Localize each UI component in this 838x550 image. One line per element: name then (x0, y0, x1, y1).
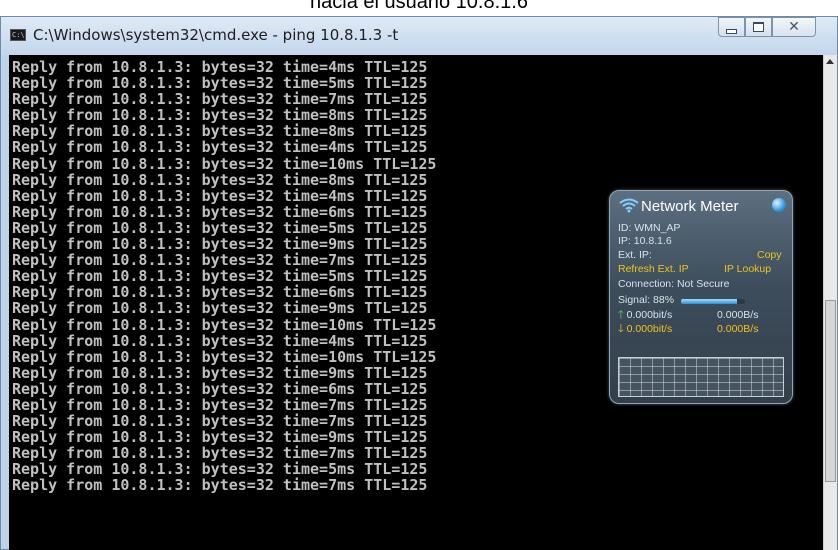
console-line: Reply from 10.8.1.3: bytes=32 time=7ms T… (12, 476, 428, 495)
console-line: Reply from 10.8.1.3: bytes=32 time=7ms T… (12, 90, 428, 109)
console-line: Reply from 10.8.1.3: bytes=32 time=8ms T… (12, 170, 428, 189)
console-line: Reply from 10.8.1.3: bytes=32 time=10ms … (12, 347, 437, 366)
copy-link[interactable]: Copy (757, 249, 782, 261)
console-line: Reply from 10.8.1.3: bytes=32 time=9ms T… (12, 299, 428, 318)
signal-strength-fill (681, 299, 738, 304)
scroll-thumb[interactable] (825, 300, 836, 482)
minimize-button[interactable] (718, 17, 745, 37)
console-lines: Reply from 10.8.1.3: bytes=32 time=4ms T… (12, 59, 436, 494)
console-line: Reply from 10.8.1.3: bytes=32 time=8ms T… (12, 106, 428, 125)
signal-label: Signal: 88% (618, 294, 675, 306)
console-line: Reply from 10.8.1.3: bytes=32 time=9ms T… (12, 428, 428, 447)
traffic-graph (618, 357, 784, 397)
console-line: Reply from 10.8.1.3: bytes=32 time=4ms T… (12, 331, 428, 350)
window-title: C:\Windows\system32\cmd.exe - ping 10.8.… (33, 26, 399, 44)
gadget-header: Network Meter (610, 191, 792, 219)
console-line: Reply from 10.8.1.3: bytes=32 time=10ms … (12, 154, 437, 173)
maximize-icon (753, 22, 764, 32)
ip-label: IP: 10.8.1.6 (618, 235, 672, 247)
console-line: Reply from 10.8.1.3: bytes=32 time=5ms T… (12, 460, 428, 479)
globe-icon[interactable] (772, 198, 786, 212)
gadget-title: Network Meter (641, 198, 739, 215)
ip-lookup-link[interactable]: IP Lookup (724, 263, 771, 275)
console-line: Reply from 10.8.1.3: bytes=32 time=7ms T… (12, 444, 428, 463)
console-line: Reply from 10.8.1.3: bytes=32 time=7ms T… (12, 395, 428, 414)
console-line: Reply from 10.8.1.3: bytes=32 time=6ms T… (12, 379, 428, 398)
console-line: Reply from 10.8.1.3: bytes=32 time=5ms T… (12, 267, 428, 286)
close-button[interactable]: ✕ (772, 17, 816, 37)
console-line: Reply from 10.8.1.3: bytes=32 time=7ms T… (12, 251, 428, 270)
download-row: 🡓 0.000bit/s (618, 323, 672, 335)
console-line: Reply from 10.8.1.3: bytes=32 time=6ms T… (12, 283, 428, 302)
console-line: Reply from 10.8.1.3: bytes=32 time=4ms T… (12, 138, 428, 157)
download-bytes: 0.000B/s (717, 323, 759, 335)
upload-bytes: 0.000B/s (717, 309, 759, 321)
console-line: Reply from 10.8.1.3: bytes=32 time=9ms T… (12, 235, 428, 254)
ext-ip-label: Ext. IP: (618, 249, 652, 261)
network-meter-gadget[interactable]: Network Meter ID: WMN_AP IP: 10.8.1.6 Ex… (609, 190, 793, 404)
vertical-scrollbar[interactable] (823, 55, 837, 550)
upload-arrow-icon: 🡑 (618, 309, 624, 321)
console-line: Reply from 10.8.1.3: bytes=32 time=6ms T… (12, 202, 428, 221)
minimize-icon (726, 28, 737, 34)
wifi-icon (619, 198, 639, 213)
console-line: Reply from 10.8.1.3: bytes=32 time=8ms T… (12, 122, 428, 141)
console-line: Reply from 10.8.1.3: bytes=32 time=5ms T… (12, 74, 428, 93)
connection-status: Connection: Not Secure (618, 278, 730, 290)
refresh-ext-ip-link[interactable]: Refresh Ext. IP (618, 263, 689, 275)
scroll-up-icon[interactable] (826, 59, 834, 64)
console-line: Reply from 10.8.1.3: bytes=32 time=9ms T… (12, 363, 428, 382)
close-icon: ✕ (788, 19, 800, 35)
download-bits: 0.000bit/s (626, 323, 673, 335)
console-line: Reply from 10.8.1.3: bytes=32 time=4ms T… (12, 58, 428, 76)
download-arrow-icon: 🡓 (618, 323, 624, 335)
console-line: Reply from 10.8.1.3: bytes=32 time=7ms T… (12, 412, 428, 431)
maximize-button[interactable] (745, 17, 772, 37)
console-line: Reply from 10.8.1.3: bytes=32 time=4ms T… (12, 186, 428, 205)
cmd-icon[interactable]: C:\ (10, 29, 26, 41)
id-label: ID: WMN_AP (618, 222, 681, 234)
upload-bits: 0.000bit/s (626, 309, 673, 321)
upload-row: 🡑 0.000bit/s (618, 309, 672, 321)
signal-strength-bar (681, 299, 745, 304)
title-bar[interactable]: C:\ C:\Windows\system32\cmd.exe - ping 1… (1, 17, 837, 55)
caption-text: hacia el usuario 10.8.1.6 (310, 0, 528, 13)
console-line: Reply from 10.8.1.3: bytes=32 time=10ms … (12, 315, 437, 334)
console-line: Reply from 10.8.1.3: bytes=32 time=5ms T… (12, 218, 428, 237)
